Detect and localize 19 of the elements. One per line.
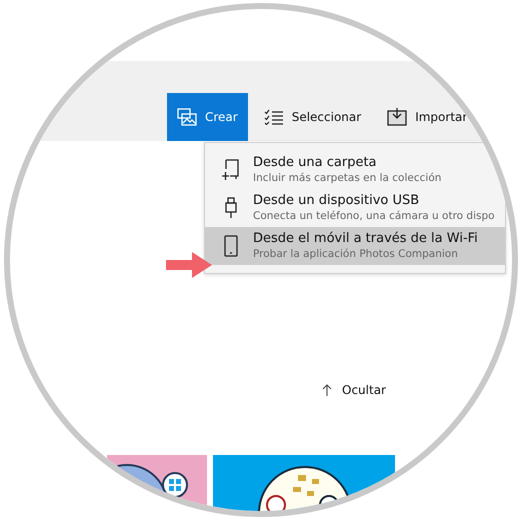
hide-link[interactable]: Ocultar xyxy=(322,383,386,397)
toolbar-button[interactable]: Importar xyxy=(377,93,478,141)
picture-stack-icon xyxy=(177,108,197,126)
pointer-arrow-icon xyxy=(166,252,212,278)
menu-item-title: Desde una carpeta xyxy=(253,155,378,170)
checklist-icon xyxy=(264,109,284,125)
menu-item-title: Desde el móvil a través de la Wi-Fi xyxy=(253,231,478,246)
menu-item-description: Incluir más carpetas en la colección xyxy=(253,172,442,184)
toolbar-button[interactable]: Crear xyxy=(167,93,248,141)
menu-item[interactable]: Desde el móvil a través de la Wi-Fi Probar la aplicación Photos Companion xyxy=(205,227,505,265)
toolbar-button[interactable]: Seleccionar xyxy=(254,93,372,141)
menu-item[interactable]: Desde un dispositivo USB Conecta un teléfono, una cámara u otro dispo xyxy=(205,189,505,227)
menu-item[interactable]: Desde una carpeta Incluir más carpetas en la colección xyxy=(205,151,505,189)
menu-item-title: Desde un dispositivo USB xyxy=(253,193,420,208)
import-icon xyxy=(387,108,408,126)
up-arrow-icon xyxy=(322,384,332,396)
menu-item-description: Probar la aplicación Photos Companion xyxy=(253,248,459,260)
menu-item-description: Conecta un teléfono, una cámara u otro dispo xyxy=(253,210,495,222)
add-folder-icon xyxy=(221,158,241,180)
